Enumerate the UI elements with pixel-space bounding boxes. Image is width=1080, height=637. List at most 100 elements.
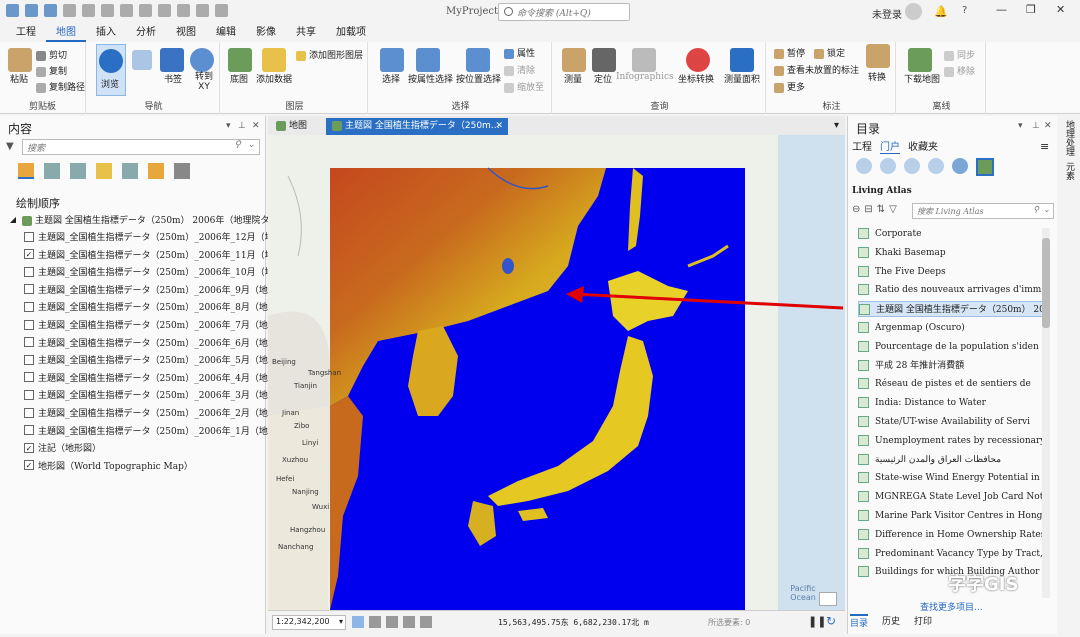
- zoom-to-button[interactable]: 缩放至: [504, 80, 544, 93]
- catalog-item[interactable]: Pourcentage de la population s'iden: [858, 339, 1048, 355]
- list-by-editing-icon[interactable]: [96, 163, 112, 179]
- infographics-button[interactable]: Infographics: [616, 72, 674, 82]
- signin-status[interactable]: 未登录: [872, 6, 902, 21]
- tab-menu-icon[interactable]: ▾: [828, 118, 845, 135]
- list-by-perspective-icon[interactable]: [174, 163, 190, 179]
- tab-map-view[interactable]: 地图: [270, 118, 313, 135]
- layer-visibility-checkbox[interactable]: [24, 337, 34, 348]
- help-icon[interactable]: ?: [962, 5, 967, 16]
- map-canvas[interactable]: [268, 116, 845, 634]
- layer-visibility-checkbox[interactable]: ✓: [24, 249, 34, 260]
- add-graphics-layer-button[interactable]: 添加图形图层: [296, 48, 363, 61]
- undo-icon[interactable]: [63, 4, 76, 17]
- select-by-location-button[interactable]: 按位置选择: [456, 72, 501, 85]
- tab-project[interactable]: 工程: [6, 24, 46, 42]
- map-view[interactable]: Beijing Tangshan Tianjin Jinan Zibo Liny…: [268, 116, 845, 634]
- layer-item[interactable]: 主題図_全国植生指標データ（250m）_2006年_3月（地理院: [24, 389, 286, 403]
- coordinate-convert-button[interactable]: 坐标转换: [678, 72, 714, 85]
- scrollbar[interactable]: [1042, 228, 1050, 598]
- layer-item[interactable]: 主題図_全国植生指標データ（250m）_2006年_10月（地理: [24, 266, 283, 280]
- my-content-icon[interactable]: [856, 158, 872, 174]
- download-map-button[interactable]: 下载地图: [904, 72, 940, 85]
- tab-catalog-portal[interactable]: 门户: [880, 138, 900, 154]
- select-button[interactable]: 选择: [382, 72, 400, 85]
- minimize-icon[interactable]: —: [996, 3, 1007, 16]
- layer-visibility-checkbox[interactable]: ✓: [24, 442, 34, 453]
- groups-icon[interactable]: [880, 158, 896, 174]
- tab-analysis[interactable]: 分析: [126, 24, 166, 42]
- pin-icon[interactable]: ⊥: [1032, 121, 1040, 131]
- catalog-item[interactable]: Corporate: [858, 226, 1048, 242]
- layer-item[interactable]: 主題図_全国植生指標データ（250m）_2006年_12月（地理: [24, 231, 283, 245]
- basemap-button[interactable]: 底图: [230, 72, 248, 85]
- contents-search-input[interactable]: 搜索 ⚲ ⌄: [22, 139, 260, 155]
- chevron-down-icon[interactable]: ⌄: [247, 140, 255, 150]
- living-atlas-search-input[interactable]: 搜索 Living Atlas ⚲ ⌄: [912, 203, 1054, 219]
- tab-catalog-project[interactable]: 工程: [852, 138, 872, 154]
- scale-selector[interactable]: 1:22,342,200 ▾: [272, 615, 346, 630]
- layer-item[interactable]: 主題図_全国植生指標データ（250m）_2006年_2月（地理院: [24, 407, 286, 421]
- filter-icon[interactable]: ⊟: [864, 204, 872, 215]
- catalog-item[interactable]: State-wise Wind Energy Potential in: [858, 470, 1048, 486]
- list-by-snapping-icon[interactable]: [122, 163, 138, 179]
- find-more-link[interactable]: 查找更多项目...: [920, 600, 983, 613]
- tab-share[interactable]: 共享: [286, 24, 326, 42]
- organization-icon[interactable]: [904, 158, 920, 174]
- copy-icon[interactable]: [177, 4, 190, 17]
- table-icon[interactable]: [101, 4, 114, 17]
- layer-visibility-checkbox[interactable]: ✓: [24, 460, 34, 471]
- sync-button[interactable]: 同步: [944, 48, 975, 61]
- notification-icon[interactable]: 🔔: [934, 5, 948, 18]
- layer-visibility-checkbox[interactable]: [24, 301, 34, 312]
- snapping-icon[interactable]: [386, 616, 398, 628]
- tab-insert[interactable]: 插入: [86, 24, 126, 42]
- layer-item[interactable]: ✓ 地形図（World Topographic Map）: [24, 460, 193, 474]
- map-overview-icon[interactable]: [819, 592, 837, 606]
- hamburger-menu-icon[interactable]: ≡: [1040, 140, 1049, 153]
- close-pane-icon[interactable]: ✕: [252, 121, 260, 131]
- list-by-source-icon[interactable]: [44, 163, 60, 179]
- clear-button[interactable]: 清除: [504, 63, 535, 76]
- tab-addins[interactable]: 加载项: [326, 24, 376, 42]
- close-pane-icon[interactable]: ✕: [1044, 121, 1052, 131]
- restore-icon[interactable]: ❐: [1026, 3, 1036, 16]
- catalog-item[interactable]: The Five Deeps: [858, 264, 1048, 280]
- portal-icon[interactable]: [928, 158, 944, 174]
- refresh-icon[interactable]: ↻: [826, 614, 836, 628]
- remove-button[interactable]: 移除: [944, 64, 975, 77]
- close-icon[interactable]: [139, 4, 152, 17]
- cut-button[interactable]: 剪切: [36, 48, 67, 61]
- fixed-extent-icon[interactable]: [352, 616, 364, 628]
- layer-visibility-checkbox[interactable]: [24, 372, 34, 383]
- lock-button[interactable]: 锁定: [814, 46, 845, 59]
- catalog-item[interactable]: State/UT-wise Availability of Servi: [858, 414, 1048, 430]
- map-root-node[interactable]: ◢ 主题図 全国植生指標データ（250m） 2006年（地理院タイ: [8, 214, 278, 228]
- filter-icon[interactable]: ▼: [6, 141, 14, 152]
- layer-item[interactable]: ✓ 注記（地形図）: [24, 442, 101, 456]
- paste-icon[interactable]: [196, 4, 209, 17]
- catalog-item[interactable]: Difference in Home Ownership Rates: [858, 527, 1048, 543]
- catalog-item[interactable]: محافظات العراق والمدن الرئيسية: [858, 452, 1048, 468]
- save-icon[interactable]: [44, 4, 57, 17]
- open-icon[interactable]: [25, 4, 38, 17]
- layer-visibility-checkbox[interactable]: [24, 389, 34, 400]
- layer-item[interactable]: 主題図_全国植生指標データ（250m）_2006年_5月（地理院: [24, 354, 286, 368]
- layer-visibility-checkbox[interactable]: [24, 319, 34, 330]
- list-by-selection-icon[interactable]: [70, 163, 86, 179]
- bookmark-button[interactable]: 书签: [164, 72, 182, 85]
- layer-item[interactable]: 主題図_全国植生指標データ（250m）_2006年_9月（地理院: [24, 284, 286, 298]
- pause-button[interactable]: 暂停: [774, 46, 805, 59]
- redo-icon[interactable]: [82, 4, 95, 17]
- tab-bottom-history[interactable]: 历史: [882, 614, 900, 629]
- layer-item[interactable]: 主題図_全国植生指標データ（250m）_2006年_4月（地理院: [24, 372, 286, 386]
- chevron-down-icon[interactable]: ⌄: [1043, 205, 1050, 214]
- tab-ndvi-map[interactable]: 主题図 全国植生指標データ（250m… ✕: [326, 118, 508, 135]
- layer-item[interactable]: 主題図_全国植生指標データ（250m）_2006年_1月（地理院: [24, 425, 286, 439]
- catalog-item[interactable]: Argenmap (Oscuro): [858, 320, 1048, 336]
- layer-visibility-checkbox[interactable]: [24, 231, 34, 242]
- catalog-item[interactable]: Réseau de pistes et de sentiers de: [858, 376, 1048, 392]
- list-by-labeling-icon[interactable]: [148, 163, 164, 179]
- attributes-button[interactable]: 属性: [504, 46, 535, 59]
- layer-visibility-checkbox[interactable]: [24, 407, 34, 418]
- copy-path-button[interactable]: 复制路径: [36, 80, 85, 93]
